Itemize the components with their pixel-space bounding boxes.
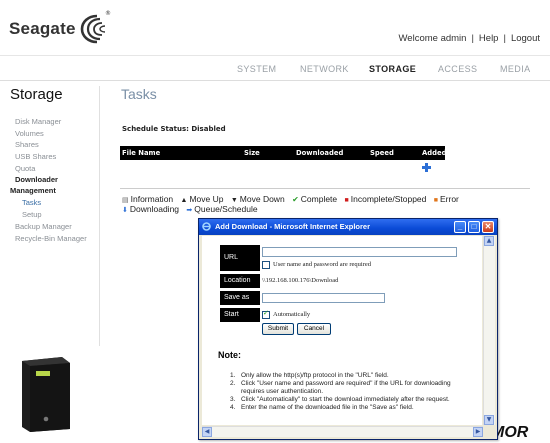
sidebar-item-recycle-bin-manager[interactable]: Recycle-Bin Manager [15,234,87,243]
nav-system[interactable]: SYSTEM [237,64,276,74]
legend-row-2: ⬇ Downloading ➡ Queue/Schedule [122,204,263,214]
submit-button[interactable]: Submit [262,323,294,335]
nav-media[interactable]: MEDIA [500,64,531,74]
legend-downloading: Downloading [129,204,180,214]
sidebar-item-downloader[interactable]: Downloader [15,175,58,184]
url-label: URL [220,245,260,271]
dialog-content: URL User name and password are required … [202,236,482,425]
tasks-table-header: File Name Size Downloaded Speed Added [120,146,446,160]
legend-move-down: Move Down [239,194,285,204]
scroll-down-icon[interactable]: ▼ [484,415,494,425]
legend-divider [120,188,530,189]
sidebar-item-quota[interactable]: Quota [15,164,35,173]
scroll-up-icon[interactable]: ▲ [484,236,494,246]
nav-storage[interactable]: STORAGE [369,64,416,74]
sidebar-item-backup-manager[interactable]: Backup Manager [15,222,72,231]
sidebar-item-setup[interactable]: Setup [22,210,42,219]
legend-move-up: Move Up [189,194,224,204]
sidebar-item-volumes[interactable]: Volumes [15,129,44,138]
scroll-right-icon[interactable]: ▶ [473,427,483,437]
col-size[interactable]: Size [244,149,260,157]
sidebar-item-tasks[interactable]: Tasks [22,198,41,207]
error-icon: ■ [433,197,438,204]
header: Seagate ® Welcome admin | Help | Logout [0,0,550,56]
col-added[interactable]: Added [422,149,446,157]
notes-list: 1. Only allow the http(s)/ftp protocol in… [230,372,470,412]
add-download-dialog: Add Download - Microsoft Internet Explor… [198,218,498,440]
automatically-checkbox[interactable] [262,309,270,319]
auth-required-label: User name and password are required [273,261,372,268]
sidebar-item-usb-shares[interactable]: USB Shares [15,152,56,161]
help-link[interactable]: Help [479,33,499,44]
page-title: Tasks [121,86,157,102]
queue-schedule-icon: ➡ [186,207,193,214]
sidebar-divider [99,86,100,346]
legend-complete: Complete [300,194,338,204]
maximize-button[interactable]: □ [468,221,480,233]
sidebar-item-shares[interactable]: Shares [15,140,39,149]
note-item: 4. Enter the name of the downloaded file … [230,404,414,411]
logout-link[interactable]: Logout [511,33,540,44]
automatically-label: Automatically [273,311,311,318]
information-icon: ▤ [122,197,129,204]
cancel-button[interactable]: Cancel [297,323,331,335]
nas-device-image [22,357,70,432]
dialog-titlebar[interactable]: Add Download - Microsoft Internet Explor… [199,219,497,235]
welcome-text: Welcome admin [398,33,467,44]
col-file-name[interactable]: File Name [122,149,160,157]
add-task-plus-icon[interactable] [422,163,431,172]
save-as-input[interactable] [262,293,385,303]
minimize-button[interactable]: _ [454,221,466,233]
note-item: 1. Only allow the http(s)/ftp protocol in… [230,372,389,379]
note-item: 3. Click "Automatically" to start the dow… [230,396,450,403]
sidebar-title: Storage [10,86,63,103]
seagate-logo[interactable]: Seagate ® [9,10,114,46]
legend-queue-schedule: Queue/Schedule [194,204,258,214]
save-as-label: Save as [220,291,260,305]
schedule-status: Schedule Status: Disabled [122,125,226,133]
note-item: 2. Click "User name and password are requ… [230,380,451,395]
location-value: \\192.168.100.176\Download [262,277,339,284]
incomplete-stopped-icon: ■ [344,197,349,204]
legend-row-1: ▤ Information ▲ Move Up ▼ Move Down ✔ Comple… [122,194,464,204]
scroll-left-icon[interactable]: ◀ [202,427,212,437]
url-input[interactable] [262,247,457,257]
col-speed[interactable]: Speed [370,149,394,157]
nav-network[interactable]: NETWORK [300,64,349,74]
main-nav: SYSTEM NETWORK STORAGE ACCESS MEDIA [0,56,550,81]
col-downloaded[interactable]: Downloaded [296,149,343,157]
legend-incomplete-stopped: Incomplete/Stopped [350,194,427,204]
legend-error: Error [439,194,459,204]
close-button[interactable]: ✕ [482,221,494,233]
complete-icon: ✔ [292,195,299,204]
legend-information: Information [130,194,174,204]
nav-access[interactable]: ACCESS [438,64,477,74]
note-heading: Note: [218,350,241,360]
brand-name: Seagate [9,19,76,38]
auth-required-checkbox[interactable] [262,261,270,269]
start-label: Start [220,308,260,322]
horizontal-scrollbar[interactable]: ◀ ▶ [202,426,483,437]
user-links: Welcome admin | Help | Logout [398,33,540,44]
location-label: Location [220,274,260,288]
sidebar-item-disk-manager[interactable]: Disk Manager [15,117,61,126]
internet-explorer-icon [202,222,211,231]
downloading-icon: ⬇ [122,207,128,214]
vertical-scrollbar[interactable]: ▲ ▼ [483,236,495,425]
dialog-title: Add Download - Microsoft Internet Explor… [215,222,371,231]
sidebar-item-management[interactable]: Management [10,186,56,195]
move-up-icon: ▲ [180,197,188,204]
move-down-icon: ▼ [230,197,238,204]
registered-icon: ® [105,10,111,17]
seagate-swirl-icon [80,14,105,44]
